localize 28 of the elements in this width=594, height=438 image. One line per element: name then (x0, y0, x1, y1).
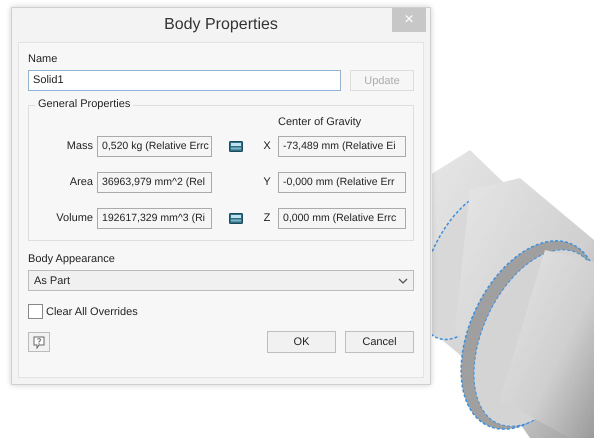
appearance-dropdown[interactable]: As Part (28, 270, 414, 291)
value-field: -0,000 mm (Relative Err (278, 172, 406, 192)
column-heading: Center of Gravity (278, 116, 362, 128)
value-field: -73,489 mm (Relative Ei (278, 136, 406, 156)
value-field: 0,520 kg (Relative Errc (97, 136, 212, 156)
dialog-button[interactable]: OK (267, 331, 336, 353)
value-field: 0,000 mm (Relative Errc (278, 208, 406, 228)
value-field: 192617,329 mm^3 (Ri (97, 208, 212, 228)
axis-label: X (262, 140, 272, 152)
property-label: Mass (66, 140, 93, 152)
axis-label: Y (262, 176, 272, 188)
value-field: 36963,979 mm^2 (Rel (97, 172, 212, 192)
calculator-icon[interactable] (229, 140, 243, 152)
chevron-down-icon (398, 278, 408, 284)
property-label: Area (68, 176, 93, 188)
checkbox[interactable] (28, 304, 43, 319)
axis-label: Z (262, 212, 272, 224)
help-button[interactable] (28, 332, 50, 352)
checkbox-label: Clear All Overrides (46, 306, 138, 318)
property-label: Volume (55, 212, 93, 224)
name-field[interactable]: Solid1 (28, 70, 341, 91)
calculator-icon[interactable] (229, 212, 243, 224)
appearance-label: Body Appearance (28, 253, 116, 265)
dialog-button[interactable]: Cancel (345, 331, 414, 353)
help-icon (33, 336, 45, 348)
name-label: Name (28, 53, 58, 65)
group-title: General Properties (35, 98, 134, 110)
window-title: Body Properties (164, 16, 278, 34)
